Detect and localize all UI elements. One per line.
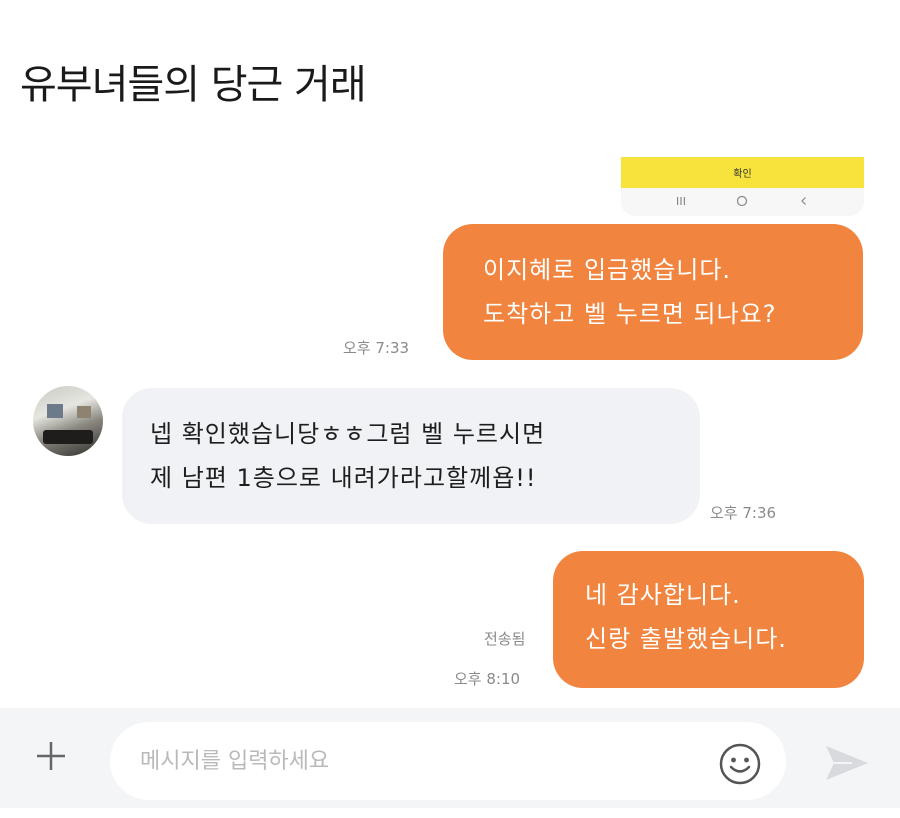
post-title: 유부녀들의 당근 거래 (20, 62, 367, 108)
recents-icon[interactable] (676, 196, 686, 209)
sent-message-bubble: 이지혜로 입금했습니다. 도착하고 벨 누르면 되나요? (443, 224, 863, 360)
message-line: 신랑 출발했습니다. (585, 625, 787, 653)
back-icon[interactable] (799, 196, 809, 209)
confirm-label: 확인 (733, 169, 752, 180)
smiley-icon (718, 743, 762, 790)
message-time: 오후 7:36 (710, 504, 777, 522)
attach-button[interactable] (28, 735, 74, 781)
message-line: 네 감사합니다. (585, 581, 741, 609)
message-line: 제 남편 1층으로 내려가라고할께욥!! (150, 464, 537, 492)
sent-message-bubble: 네 감사합니다. 신랑 출발했습니다. (553, 551, 864, 688)
send-button[interactable] (822, 740, 872, 786)
android-nav-bar (621, 188, 864, 216)
delivery-status: 전송됨 (484, 630, 526, 648)
message-line: 도착하고 벨 누르면 되나요? (483, 300, 777, 328)
message-input[interactable] (110, 722, 786, 800)
message-line: 넵 확인했습니당ㅎㅎ그럼 벨 누르시면 (150, 420, 546, 448)
send-arrow-icon (822, 746, 872, 790)
home-icon[interactable] (736, 195, 748, 210)
message-time: 오후 7:33 (343, 339, 410, 357)
emoji-button[interactable] (718, 742, 762, 786)
message-line: 이지혜로 입금했습니다. (483, 256, 732, 284)
avatar[interactable] (33, 386, 103, 456)
message-time: 오후 8:10 (454, 670, 521, 688)
received-message-bubble: 넵 확인했습니당ㅎㅎ그럼 벨 누르시면 제 남편 1층으로 내려가라고할께욥!! (122, 388, 700, 524)
plus-icon (34, 739, 68, 777)
confirm-button[interactable]: 확인 (621, 157, 864, 188)
